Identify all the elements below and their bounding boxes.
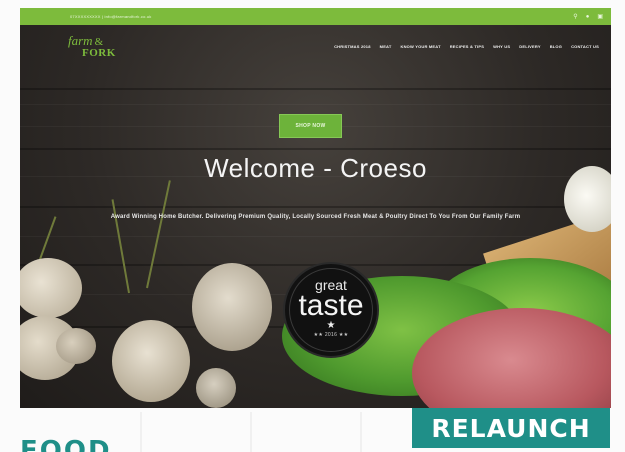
nav-item-recipes-tips[interactable]: RECIPES & TIPS (450, 44, 484, 49)
logo-ampersand: & (94, 35, 104, 48)
shop-now-label: SHOP NOW (295, 123, 326, 129)
nav-item-christmas[interactable]: CHRISTMAS 2018 (334, 44, 371, 49)
wood-plank-line (20, 88, 611, 90)
shop-now-button[interactable]: SHOP NOW (279, 114, 342, 138)
nav-item-meat[interactable]: MEAT (380, 44, 392, 49)
wood-grain (20, 236, 611, 237)
logo-fork-text: FORK (82, 46, 116, 59)
divider (250, 412, 252, 452)
hero-tagline: Award Winning Home Butcher. Delivering P… (110, 214, 521, 220)
logo-farm-text: farm (68, 32, 93, 48)
topbar-icons: ⚲ ● ▣ (573, 14, 603, 20)
top-bar: 07XXXXXXXXX | info@farmandfork.co.uk ⚲ ●… (20, 8, 611, 25)
website-screenshot: 07XXXXXXXXX | info@farmandfork.co.uk ⚲ ●… (20, 8, 611, 408)
garlic-image (192, 263, 272, 351)
hero-title: Welcome - Croeso (204, 153, 427, 183)
topbar-contact-text[interactable]: 07XXXXXXXXX | info@farmandfork.co.uk (70, 14, 151, 19)
main-nav: CHRISTMAS 2018 MEAT KNOW YOUR MEAT RECIP… (334, 44, 599, 49)
divider (140, 412, 142, 452)
cart-icon[interactable]: ▣ (597, 14, 603, 20)
nav-item-why-us[interactable]: WHY US (493, 44, 510, 49)
garlic-image (196, 368, 236, 408)
divider (360, 412, 362, 452)
relaunch-label: RELAUNCH (431, 413, 591, 443)
herb-sprig (146, 180, 171, 289)
site-logo[interactable]: farm & FORK (68, 34, 116, 59)
section-heading: FOOD (20, 436, 112, 452)
search-icon[interactable]: ⚲ (573, 14, 577, 20)
wood-plank-line (20, 206, 611, 208)
nav-item-know-your-meat[interactable]: KNOW YOUR MEAT (401, 44, 441, 49)
mushroom-image (20, 258, 82, 318)
nav-item-delivery[interactable]: DELIVERY (519, 44, 540, 49)
mushroom-image (56, 328, 96, 364)
nav-item-blog[interactable]: BLOG (550, 44, 562, 49)
garlic-image (112, 320, 190, 402)
wood-plank-line (20, 148, 611, 150)
relaunch-banner: RELAUNCH (412, 408, 610, 448)
magazine-page: 07XXXXXXXXX | info@farmandfork.co.uk ⚲ ●… (0, 0, 625, 452)
navigation-bar: farm & FORK CHRISTMAS 2018 MEAT KNOW YOU… (20, 25, 611, 67)
great-taste-badge: great taste ★ ★★ 2016 ★★ (283, 262, 379, 358)
badge-ring (289, 268, 373, 352)
user-icon[interactable]: ● (586, 14, 590, 20)
nav-item-contact-us[interactable]: CONTACT US (571, 44, 599, 49)
wood-grain (20, 104, 611, 105)
